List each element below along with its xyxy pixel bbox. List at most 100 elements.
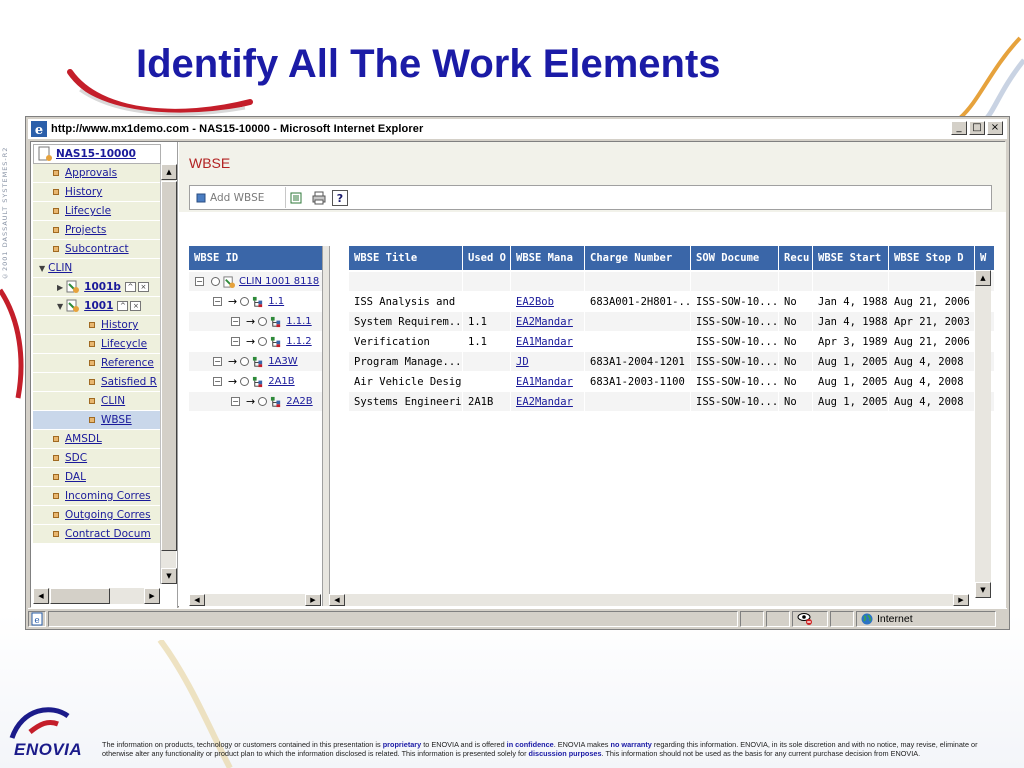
scroll-left-button[interactable]: ◀	[189, 594, 205, 606]
column-header[interactable]: Recu	[779, 246, 813, 270]
sidebar-item-label[interactable]: DAL	[65, 471, 86, 483]
remove-button[interactable]: ×	[137, 282, 149, 292]
manager-link[interactable]: EA2Mandar	[516, 396, 573, 408]
move-up-button[interactable]: ^	[117, 301, 129, 311]
browser-title-bar[interactable]: e http://www.mx1demo.com - NAS15-10000 -…	[28, 119, 1007, 139]
column-header[interactable]: Used O	[463, 246, 511, 270]
sidebar-item-label[interactable]: Lifecycle	[65, 205, 111, 217]
collapse-toggle[interactable]: −	[195, 277, 204, 286]
sidebar-item[interactable]: ▼ CLIN	[33, 259, 160, 278]
sidebar-item-label[interactable]: AMSDL	[65, 433, 102, 445]
column-header[interactable]: Charge Number	[585, 246, 691, 270]
help-button[interactable]: ?	[332, 189, 348, 206]
sidebar-item[interactable]: Contract Docum	[33, 525, 160, 544]
sidebar-item[interactable]: AMSDL	[33, 430, 160, 449]
collapse-toggle[interactable]: −	[231, 397, 240, 406]
sidebar-item[interactable]: DAL	[33, 468, 160, 487]
column-header[interactable]: WBSE Mana	[511, 246, 585, 270]
tree-root-link[interactable]: NAS15-10000	[56, 148, 136, 160]
tree-horizontal-scrollbar[interactable]: ◀ ▶	[189, 594, 321, 606]
manager-link[interactable]: EA2Bob	[516, 296, 554, 308]
sidebar-item[interactable]: Satisfied R	[33, 373, 160, 392]
sidebar-item-label[interactable]: 1001	[84, 300, 113, 312]
minimize-button[interactable]: _	[951, 121, 967, 135]
row-select-radio[interactable]	[240, 297, 250, 306]
left-horizontal-scrollbar[interactable]: ◀ ▶	[33, 588, 160, 604]
wbse-id-link[interactable]: 1A3W	[268, 356, 297, 367]
print-button[interactable]	[308, 187, 330, 208]
sidebar-item[interactable]: Lifecycle	[33, 202, 160, 221]
sidebar-item[interactable]: Lifecycle	[33, 335, 160, 354]
row-select-radio[interactable]	[258, 397, 268, 406]
column-header[interactable]: W	[975, 246, 995, 270]
collapse-toggle[interactable]: −	[213, 297, 222, 306]
scroll-left-button[interactable]: ◀	[329, 594, 345, 606]
sidebar-item-label[interactable]: Lifecycle	[101, 338, 147, 350]
tree-row[interactable]: − → 2A1B	[189, 372, 329, 392]
sidebar-item[interactable]: Outgoing Corres	[33, 506, 160, 525]
wbse-id-link[interactable]: 1.1.1	[286, 316, 311, 327]
row-select-radio[interactable]	[258, 337, 268, 346]
close-button[interactable]: ×	[987, 121, 1003, 135]
expanded-triangle-icon[interactable]: ▼	[39, 264, 45, 273]
scroll-thumb[interactable]	[161, 181, 177, 551]
sidebar-item[interactable]: CLIN	[33, 392, 160, 411]
tree-row[interactable]: − → 2A2B	[189, 392, 329, 412]
export-button[interactable]	[286, 187, 308, 208]
move-up-button[interactable]: ^	[124, 282, 136, 292]
tree-row[interactable]: − → 1.1	[189, 292, 329, 312]
scroll-right-button[interactable]: ▶	[305, 594, 321, 606]
sidebar-item[interactable]: ▼ 1001 ^ ×	[33, 297, 160, 316]
manager-link[interactable]: EA1Mandar	[516, 336, 573, 348]
scroll-up-button[interactable]: ▲	[161, 164, 177, 180]
sidebar-item[interactable]: Approvals	[33, 164, 160, 183]
tree-row[interactable]: − CLIN 1001 8118	[189, 272, 329, 292]
wbse-id-link[interactable]: 2A2B	[286, 396, 312, 407]
grid-vertical-scrollbar[interactable]: ▲ ▼	[975, 270, 991, 598]
collapsed-triangle-icon[interactable]: ▶	[57, 283, 63, 292]
sidebar-item-label[interactable]: SDC	[65, 452, 87, 464]
wbse-id-link[interactable]: 1.1.2	[286, 336, 311, 347]
scroll-right-button[interactable]: ▶	[144, 588, 160, 604]
sidebar-item-label[interactable]: History	[65, 186, 102, 198]
sidebar-item[interactable]: History	[33, 316, 160, 335]
tree-row[interactable]: − → 1A3W	[189, 352, 329, 372]
tree-row[interactable]: − → 1.1.2	[189, 332, 329, 352]
scroll-down-button[interactable]: ▼	[975, 582, 991, 598]
sidebar-item-label[interactable]: 1001b	[84, 281, 121, 293]
manager-link[interactable]: JD	[516, 356, 529, 368]
sidebar-item-label[interactable]: Projects	[65, 224, 106, 236]
tree-root[interactable]: NAS15-10000	[33, 144, 161, 164]
column-header[interactable]: WBSE Title	[349, 246, 463, 270]
row-select-radio[interactable]	[258, 317, 268, 326]
sidebar-item[interactable]: Subcontract	[33, 240, 160, 259]
sidebar-item-label[interactable]: Satisfied R	[101, 376, 157, 388]
grid-splitter[interactable]	[322, 246, 330, 606]
column-header[interactable]: SOW Docume	[691, 246, 779, 270]
sidebar-item[interactable]: Projects	[33, 221, 160, 240]
wbse-id-link[interactable]: 1.1	[268, 296, 284, 307]
sidebar-item-label[interactable]: Incoming Corres	[65, 490, 151, 502]
sidebar-item[interactable]: WBSE	[33, 411, 160, 430]
column-header[interactable]: WBSE Start	[813, 246, 889, 270]
sidebar-item[interactable]: ▶ 1001b ^ ×	[33, 278, 160, 297]
sidebar-item-label[interactable]: Approvals	[65, 167, 117, 179]
collapse-toggle[interactable]: −	[231, 317, 240, 326]
scroll-up-button[interactable]: ▲	[975, 270, 991, 286]
tree-row[interactable]: − → 1.1.1	[189, 312, 329, 332]
sidebar-item-label[interactable]: Subcontract	[65, 243, 129, 255]
sidebar-item-label[interactable]: CLIN	[101, 395, 125, 407]
manager-link[interactable]: EA2Mandar	[516, 316, 573, 328]
sidebar-item-label[interactable]: Outgoing Corres	[65, 509, 151, 521]
sidebar-item-label[interactable]: CLIN	[48, 262, 72, 274]
scroll-thumb[interactable]	[50, 588, 110, 604]
expanded-triangle-icon[interactable]: ▼	[57, 302, 63, 311]
left-vertical-scrollbar[interactable]: ▲ ▼	[160, 164, 177, 584]
scroll-right-button[interactable]: ▶	[953, 594, 969, 606]
manager-link[interactable]: EA1Mandar	[516, 376, 573, 388]
sidebar-item-label[interactable]: Contract Docum	[65, 528, 151, 540]
row-select-radio[interactable]	[240, 357, 250, 366]
sidebar-item[interactable]: Incoming Corres	[33, 487, 160, 506]
column-header[interactable]: WBSE Stop D	[889, 246, 975, 270]
wbse-id-link[interactable]: 2A1B	[268, 376, 294, 387]
